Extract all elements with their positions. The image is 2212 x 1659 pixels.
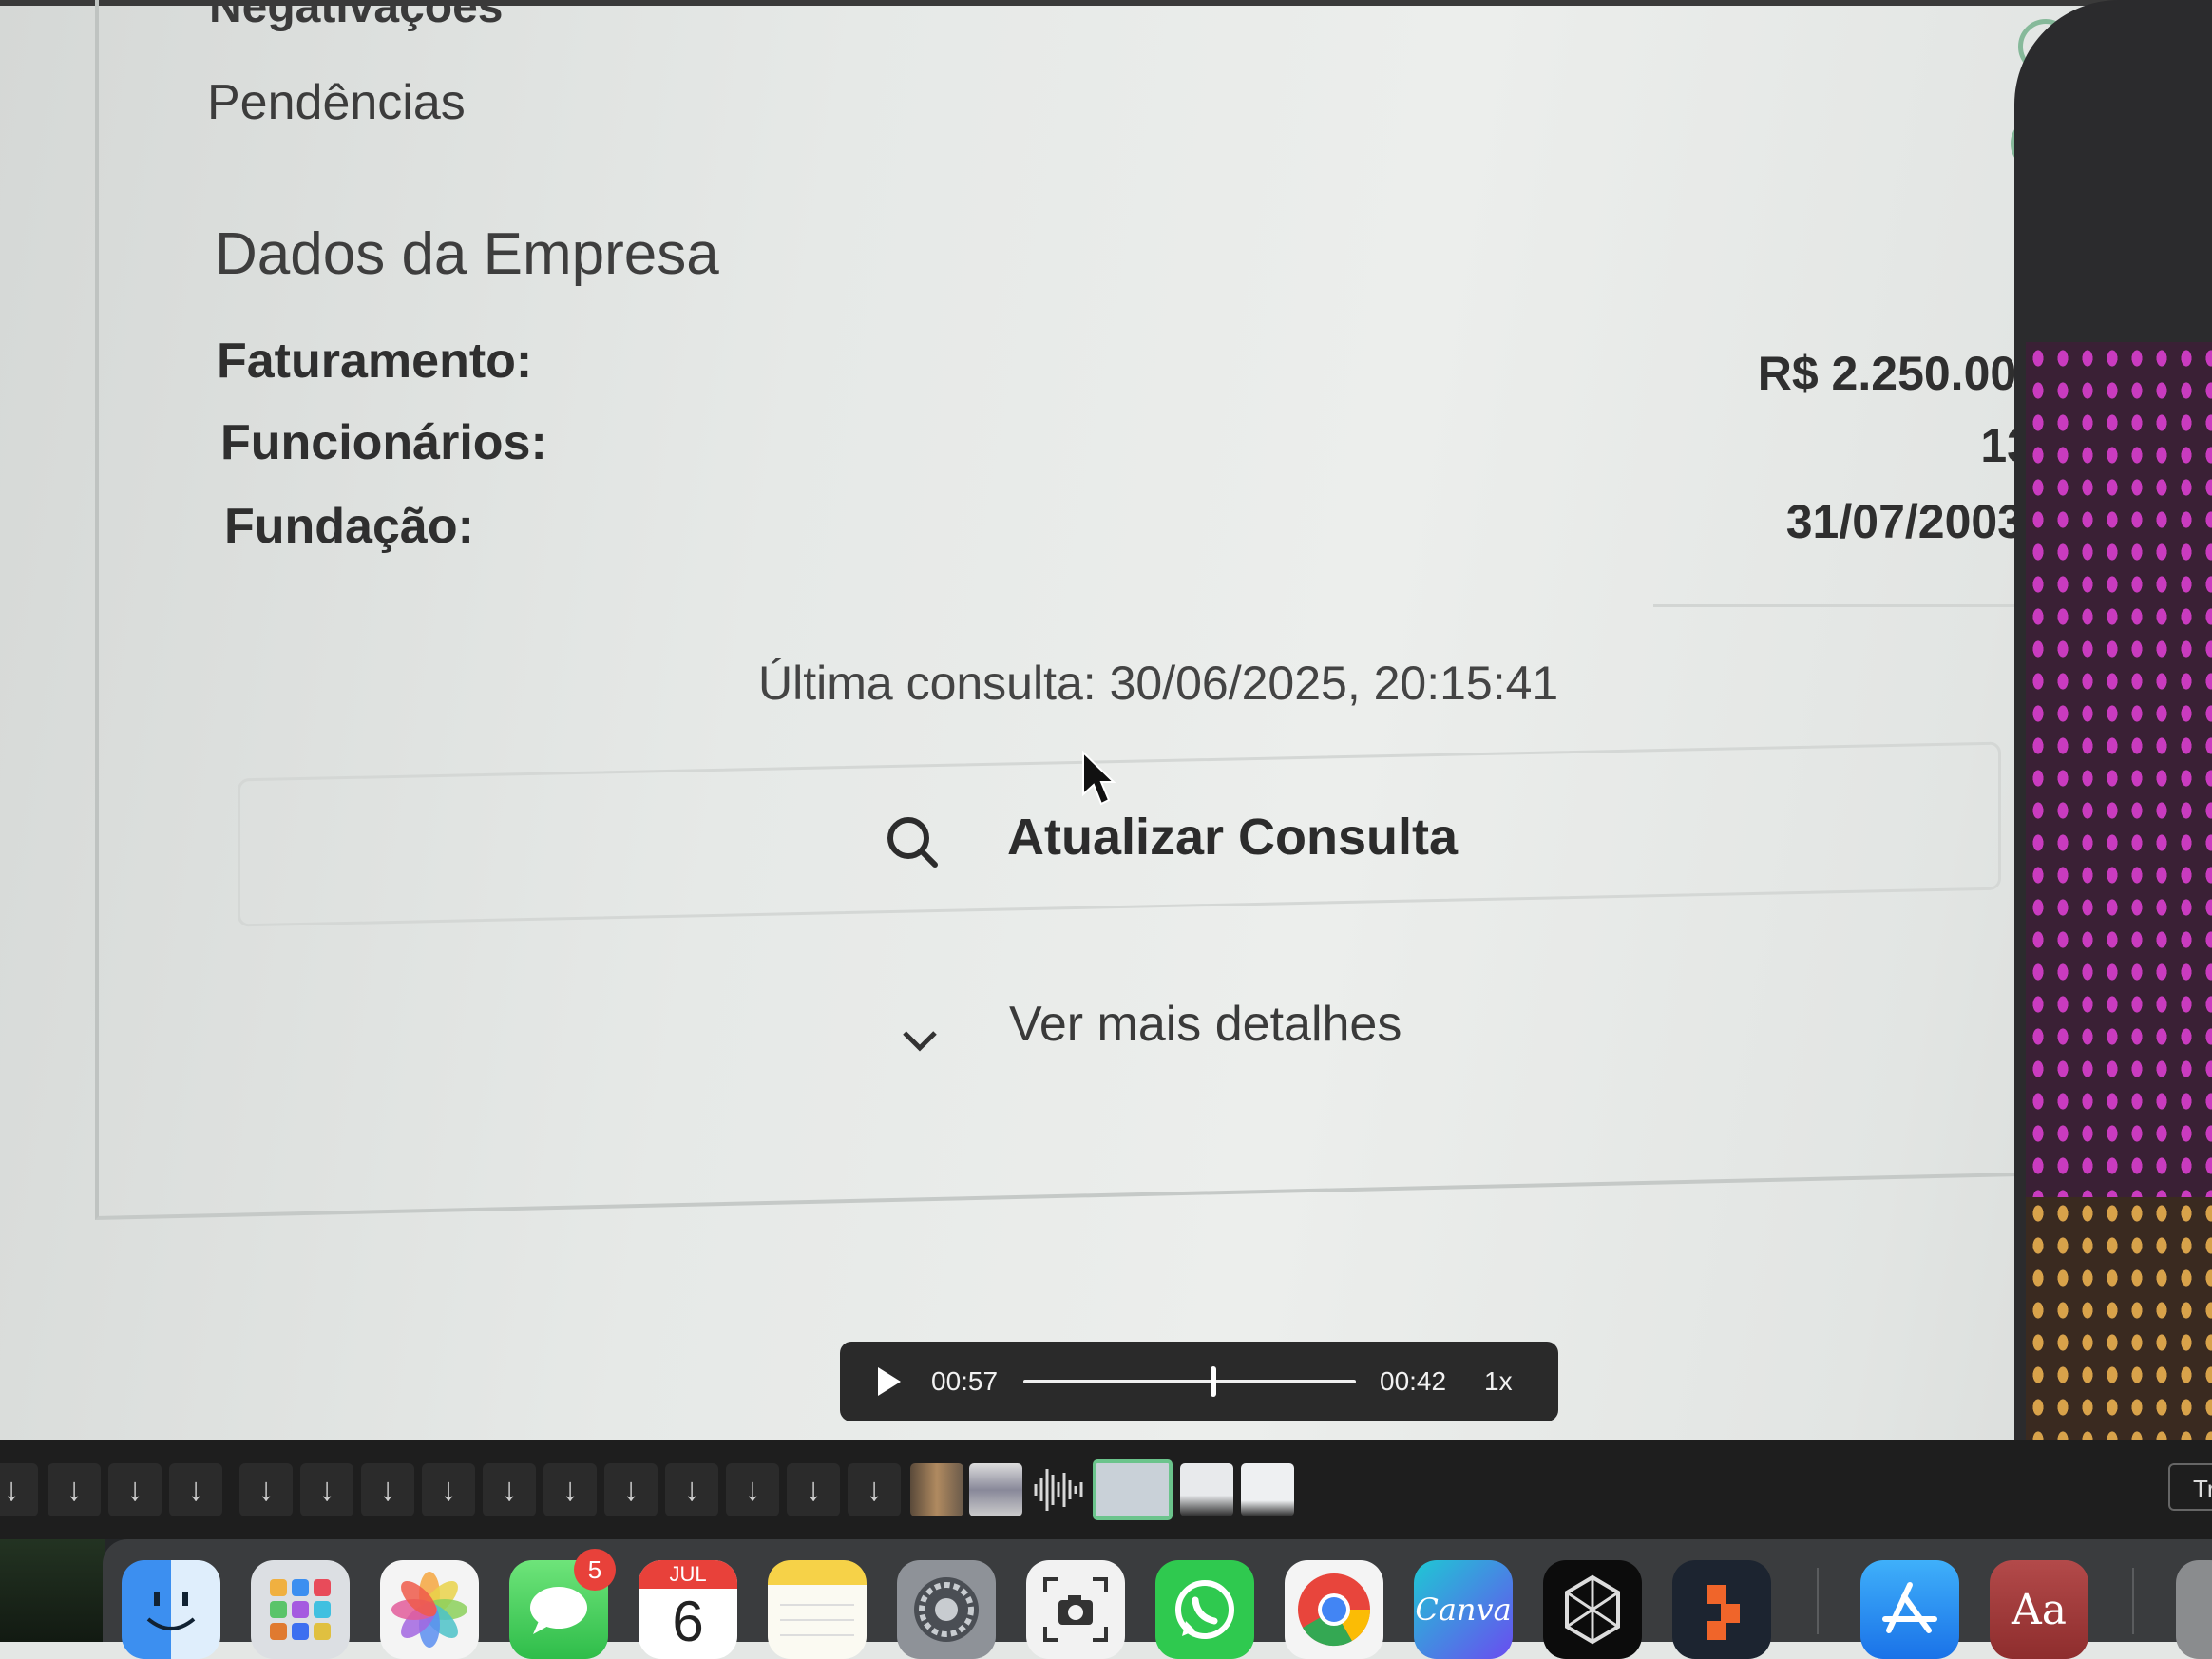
refresh-button-label[interactable]: Atualizar Consulta <box>1007 808 1458 867</box>
whatsapp-icon[interactable] <box>1155 1560 1254 1659</box>
finder-icon[interactable] <box>122 1560 220 1659</box>
launchpad-icon[interactable] <box>251 1560 350 1659</box>
search-icon <box>884 813 941 875</box>
divider <box>1653 604 2014 607</box>
download-arrow-icon[interactable]: ↓ <box>726 1463 779 1516</box>
timeline-strip: ↓ ↓ ↓ ↓ ↓ ↓ ↓ ↓ ↓ ↓ ↓ ↓ ↓ ↓ ↓ Tr <box>0 1440 2212 1539</box>
funcionarios-value: 13 <box>1980 419 2033 472</box>
mouse-cursor-icon <box>1081 750 1116 812</box>
remaining-time: 00:42 <box>1380 1366 1447 1396</box>
more-details-link[interactable]: Ver mais detalhes <box>1009 996 1402 1053</box>
download-arrow-icon[interactable]: ↓ <box>48 1463 101 1516</box>
download-arrow-icon[interactable]: ↓ <box>169 1463 222 1516</box>
section-title: Dados da Empresa <box>215 221 719 287</box>
download-arrow-icon[interactable]: ↓ <box>604 1463 658 1516</box>
speaker-mesh-lower <box>2026 1197 2212 1440</box>
screenshot-icon[interactable] <box>1026 1560 1125 1659</box>
selected-clip-thumbnail[interactable] <box>1093 1459 1173 1520</box>
stack-app-icon[interactable] <box>1672 1560 1771 1659</box>
notes-icon[interactable] <box>768 1560 867 1659</box>
download-arrow-icon[interactable]: ↓ <box>665 1463 718 1516</box>
wallpaper-edge <box>0 1539 105 1642</box>
calendar-day: 6 <box>672 1590 704 1653</box>
playback-rate-button[interactable]: 1x <box>1484 1366 1513 1397</box>
funcionarios-label: Funcionários: <box>220 415 547 470</box>
dock-separator <box>2132 1568 2134 1634</box>
trash-icon[interactable] <box>2176 1560 2212 1659</box>
speaker-object <box>2014 0 2212 1440</box>
download-arrow-icon[interactable]: ↓ <box>108 1463 162 1516</box>
system-settings-icon[interactable] <box>897 1560 996 1659</box>
video-player-controls: 00:57 00:42 1x <box>840 1342 1558 1421</box>
fundacao-value: 31/07/2003 <box>1785 495 2024 548</box>
fundacao-label: Fundação: <box>224 499 474 554</box>
messages-badge: 5 <box>574 1549 616 1591</box>
download-arrow-icon[interactable]: ↓ <box>361 1463 414 1516</box>
negativacoes-label: Negativações <box>209 0 504 32</box>
canva-icon[interactable]: Canva <box>1414 1560 1513 1659</box>
thumbnail[interactable] <box>910 1463 963 1516</box>
calendar-icon[interactable]: JUL 6 <box>639 1560 737 1659</box>
photos-icon[interactable] <box>380 1560 479 1659</box>
perplexity-icon[interactable] <box>1543 1560 1642 1659</box>
dictionary-icon[interactable]: Aa <box>1990 1560 2088 1659</box>
faturamento-label: Faturamento: <box>217 334 533 389</box>
chevron-down-icon[interactable] <box>901 1020 939 1063</box>
thumbnail[interactable] <box>969 1463 1022 1516</box>
download-arrow-icon[interactable]: ↓ <box>543 1463 597 1516</box>
scrubber-track[interactable] <box>1023 1380 1356 1383</box>
scrubber-handle[interactable] <box>1210 1366 1216 1397</box>
pendencias-label: Pendências <box>207 75 466 130</box>
chrome-icon[interactable] <box>1285 1560 1383 1659</box>
download-arrow-icon[interactable]: ↓ <box>300 1463 353 1516</box>
waveform-icon[interactable] <box>1030 1463 1087 1516</box>
last-query-text: Última consulta: 30/06/2025, 20:15:41 <box>758 657 1559 710</box>
trim-button[interactable]: Tr <box>2168 1463 2212 1511</box>
app-store-icon[interactable] <box>1860 1560 1959 1659</box>
download-arrow-icon[interactable]: ↓ <box>239 1463 293 1516</box>
dock-separator <box>1817 1568 1819 1634</box>
calendar-month: JUL <box>639 1560 737 1589</box>
download-arrow-icon[interactable]: ↓ <box>787 1463 840 1516</box>
download-arrow-icon[interactable]: ↓ <box>483 1463 536 1516</box>
download-arrow-icon[interactable]: ↓ <box>848 1463 901 1516</box>
faturamento-value: R$ 2.250.000 <box>1757 347 2043 400</box>
elapsed-time: 00:57 <box>931 1366 999 1396</box>
photographed-screen: Negativações ✓ Pendências ✓ Dados da Emp… <box>0 0 2212 1440</box>
download-arrow-icon[interactable]: ↓ <box>422 1463 475 1516</box>
play-icon[interactable] <box>878 1367 901 1396</box>
download-arrow-icon[interactable]: ↓ <box>0 1463 38 1516</box>
dock: 5 JUL 6 Canva Aa <box>0 1539 2212 1659</box>
thumbnail[interactable] <box>1180 1463 1233 1516</box>
thumbnail[interactable] <box>1241 1463 1294 1516</box>
